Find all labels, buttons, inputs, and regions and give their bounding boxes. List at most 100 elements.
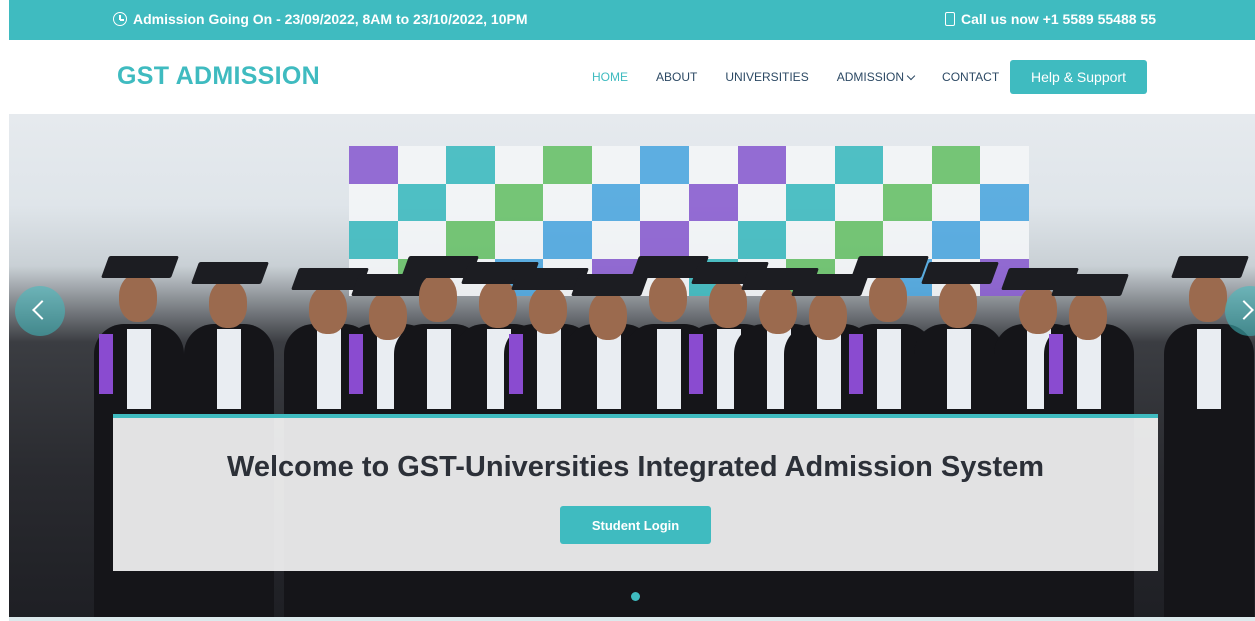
- top-info-bar: Admission Going On - 23/09/2022, 8AM to …: [9, 0, 1255, 40]
- backdrop-tile: [494, 221, 544, 259]
- graduate-face: [809, 292, 847, 340]
- graduate-shirt: [217, 329, 241, 409]
- backdrop-tile: [446, 146, 495, 184]
- backdrop-tile: [591, 221, 641, 259]
- backdrop-tile: [640, 146, 689, 184]
- graduate-face: [869, 274, 907, 322]
- call-us-text[interactable]: Call us now +1 5589 55488 55: [961, 11, 1156, 27]
- hero-carousel: Welcome to GST-Universities Integrated A…: [9, 114, 1255, 621]
- site-logo[interactable]: GST ADMISSION: [117, 62, 320, 91]
- backdrop-tile: [591, 183, 641, 221]
- graduate-face: [119, 274, 157, 322]
- backdrop-tile: [494, 183, 544, 221]
- graduate-face: [589, 292, 627, 340]
- backdrop-tile: [931, 183, 981, 221]
- carousel-dot[interactable]: [631, 592, 640, 601]
- hero-caption-panel: Welcome to GST-Universities Integrated A…: [113, 414, 1158, 571]
- graduate-face: [209, 280, 247, 328]
- graduate-stole: [509, 334, 523, 394]
- backdrop-tile: [640, 221, 689, 259]
- section-divider: [9, 617, 1255, 621]
- graduate-face: [1189, 274, 1227, 322]
- backdrop-tile: [543, 183, 592, 221]
- graduate-shirt: [877, 329, 901, 409]
- graduate-shirt: [317, 329, 341, 409]
- graduate-face: [309, 286, 347, 334]
- graduate-stole: [1049, 334, 1063, 394]
- backdrop-tile: [640, 183, 689, 221]
- nav-about-label[interactable]: ABOUT: [656, 70, 697, 84]
- graduate-stole: [99, 334, 113, 394]
- chevron-down-icon[interactable]: [906, 71, 916, 80]
- backdrop-tile: [883, 221, 932, 259]
- backdrop-tile: [786, 146, 835, 184]
- student-login-button[interactable]: Student Login: [560, 506, 711, 544]
- backdrop-tile: [689, 183, 738, 221]
- backdrop-tile: [786, 183, 835, 221]
- backdrop-tile: [834, 221, 884, 259]
- graduate-face: [419, 274, 457, 322]
- graduate-face: [649, 274, 687, 322]
- nav-universities[interactable]: UNIVERSITIES: [725, 70, 808, 84]
- help-support-button[interactable]: Help & Support: [1010, 60, 1147, 94]
- backdrop-tile: [931, 146, 981, 184]
- backdrop-tile: [737, 146, 787, 184]
- backdrop-tile: [980, 221, 1029, 259]
- nav-home-label[interactable]: HOME: [592, 70, 628, 84]
- chevron-right-icon[interactable]: [1234, 300, 1254, 320]
- backdrop-tile: [689, 146, 738, 184]
- nav-universities-label[interactable]: UNIVERSITIES: [725, 70, 808, 84]
- backdrop-tile: [834, 146, 884, 184]
- graduate-shirt: [1197, 329, 1221, 409]
- backdrop-tile: [786, 221, 835, 259]
- graduation-cap: [850, 256, 930, 278]
- backdrop-tile: [446, 183, 495, 221]
- nav-contact[interactable]: CONTACT: [942, 70, 999, 84]
- graduate-stole: [849, 334, 863, 394]
- phone-icon: [945, 12, 956, 26]
- backdrop-tile: [349, 183, 398, 221]
- admission-notice: Admission Going On - 23/09/2022, 8AM to …: [113, 11, 527, 27]
- nav-home[interactable]: HOME: [592, 70, 628, 84]
- backdrop-tile: [446, 221, 495, 259]
- backdrop-tile: [834, 183, 884, 221]
- nav-admission[interactable]: ADMISSION: [837, 70, 916, 84]
- page-frame: Admission Going On - 23/09/2022, 8AM to …: [9, 0, 1255, 621]
- main-navbar: GST ADMISSION HOME ABOUT UNIVERSITIES AD…: [9, 40, 1255, 114]
- backdrop-tile: [737, 221, 787, 259]
- graduation-cap: [190, 262, 270, 284]
- carousel-prev-button[interactable]: [15, 286, 65, 336]
- backdrop-tile: [397, 146, 447, 184]
- graduate-face: [529, 286, 567, 334]
- backdrop-tile: [689, 221, 738, 259]
- graduate-shirt: [1077, 329, 1101, 409]
- graduate-shirt: [597, 329, 621, 409]
- backdrop-tile: [931, 221, 981, 259]
- main-nav: HOME ABOUT UNIVERSITIES ADMISSION CONTAC…: [592, 70, 1027, 84]
- backdrop-tile: [883, 183, 932, 221]
- hero-welcome-title: Welcome to GST-Universities Integrated A…: [226, 451, 1045, 483]
- graduate-shirt: [947, 329, 971, 409]
- nav-contact-label[interactable]: CONTACT: [942, 70, 999, 84]
- call-us[interactable]: Call us now +1 5589 55488 55: [945, 11, 1156, 27]
- backdrop-tile: [980, 146, 1029, 184]
- backdrop-tile: [543, 221, 592, 259]
- graduation-cap: [1050, 274, 1130, 296]
- graduation-cap: [100, 256, 180, 278]
- graduate-shirt: [537, 329, 561, 409]
- graduate-stole: [349, 334, 363, 394]
- backdrop-tile: [349, 146, 398, 184]
- graduate-shirt: [817, 329, 841, 409]
- graduate-shirt: [127, 329, 151, 409]
- nav-about[interactable]: ABOUT: [656, 70, 697, 84]
- nav-admission-label[interactable]: ADMISSION: [837, 70, 904, 84]
- backdrop-tile: [397, 221, 447, 259]
- graduate-shirt: [427, 329, 451, 409]
- backdrop-tile: [883, 146, 932, 184]
- graduate-face: [1069, 292, 1107, 340]
- chevron-left-icon[interactable]: [32, 300, 52, 320]
- backdrop-tile: [980, 183, 1029, 221]
- clock-icon: [113, 12, 127, 26]
- backdrop-tile: [543, 146, 592, 184]
- backdrop-tile: [397, 183, 447, 221]
